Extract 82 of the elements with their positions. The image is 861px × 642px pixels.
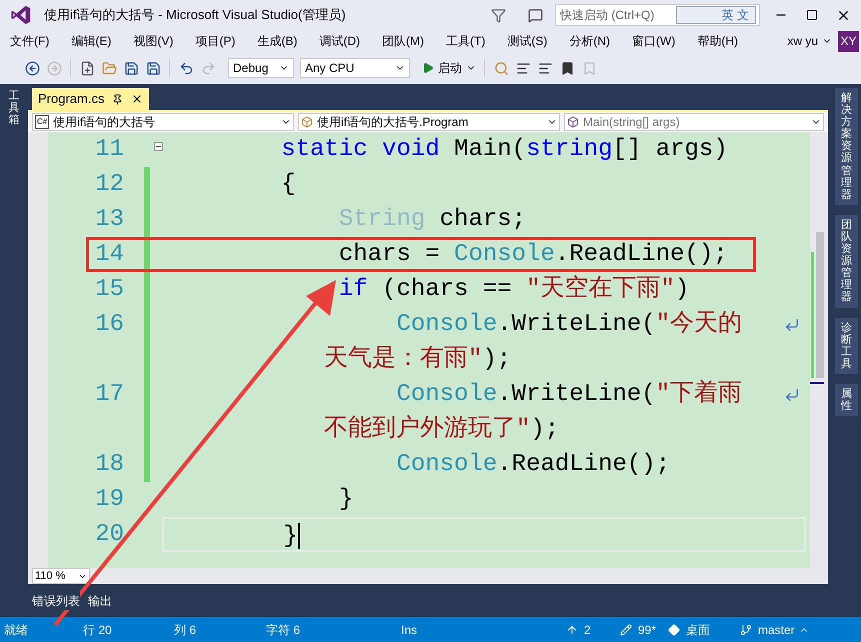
line-number: 20 [95,520,124,550]
menu-item[interactable]: 工具(T) [446,32,486,50]
tool-tab[interactable]: 错误列表 [32,592,80,610]
collapse-icon[interactable] [154,142,162,151]
menu-item[interactable]: 帮助(H) [697,32,738,50]
side-panel-tab[interactable]: 属性 [835,384,858,416]
push-icon[interactable] [566,624,578,636]
repository-name[interactable]: 桌面 [686,620,740,638]
caret-marker [810,382,824,384]
menu-item[interactable]: 生成(B) [257,32,298,50]
menu-item[interactable]: 编辑(E) [71,32,112,50]
zoom-dropdown[interactable]: 110 % [32,568,90,584]
play-icon [422,62,434,74]
code-editor[interactable] [48,132,810,568]
repository-icon[interactable] [668,624,680,636]
menu-item[interactable]: 项目(P) [195,32,236,50]
filter-icon[interactable] [491,8,506,22]
text-cursor [298,522,300,549]
method-icon [567,116,579,128]
class-dropdown[interactable]: 使用if语句的大括号.Program [298,113,560,131]
menu-item[interactable]: 分析(N) [569,32,610,50]
start-button[interactable]: 启动 [420,58,478,78]
line-number: 13 [95,205,124,235]
member-dropdown[interactable]: Main(string[] args) [564,113,824,131]
column-indicator: 列 6 [174,622,198,638]
close-icon[interactable] [131,93,144,105]
code-line: 不能到户外游玩了"); [323,414,560,445]
code-line: { [280,170,297,200]
side-panel-tab[interactable]: 团队资源管理器 [835,214,858,308]
line-number: 14 [95,240,124,270]
menu-item[interactable]: 调试(D) [319,32,360,50]
word-wrap-icon [784,387,800,403]
insert-mode: Ins [401,622,418,638]
menu-item[interactable]: 测试(S) [507,32,548,50]
logo-icon [10,4,32,26]
line-number: 15 [95,275,124,305]
document-tab[interactable]: Program.cs [32,88,150,110]
tool-tab[interactable]: 输出 [88,592,112,610]
language-badge: C# [35,115,50,129]
pencil-icon[interactable] [620,624,632,636]
char-indicator: 字符 6 [266,622,302,638]
line-number: 16 [95,310,124,340]
status-text: 就绪 [4,622,29,638]
pin-icon[interactable] [112,94,124,104]
code-line: String chars; [338,205,528,235]
push-count[interactable]: 2 [584,620,620,638]
code-line: Console.WriteLine("今天的 [166,307,806,342]
class-icon [301,116,313,128]
ime-indicator: 英 文 [676,6,756,24]
line-number: 19 [95,485,124,515]
scrollbar-thumb[interactable] [816,232,824,378]
code-line: Console.ReadLine(); [395,450,672,480]
side-panel-tab[interactable]: 解决方案资源管理器 [835,88,858,205]
maximize-icon[interactable] [806,9,818,21]
word-wrap-icon [784,317,800,333]
changes-count[interactable]: 99* [638,620,668,638]
menu-item[interactable]: 视图(V) [133,32,174,50]
user-name[interactable]: xw yu [787,32,818,50]
line-number: 11 [95,135,124,165]
platform-dropdown[interactable]: Any CPU [300,58,410,78]
avatar[interactable]: XY [838,30,859,52]
menu-item[interactable]: 团队(M) [382,32,424,50]
feedback-icon[interactable] [528,8,543,22]
line-number: 18 [95,450,124,480]
line-number: 17 [95,380,124,410]
code-line: static void Main(string[] args) [280,135,729,165]
code-line: } [338,485,354,515]
configuration-dropdown[interactable]: Debug [228,58,294,78]
code-line: 天气是：有雨"); [323,344,512,375]
menu-item[interactable]: 窗口(W) [632,32,676,50]
toolbox-tab[interactable]: 工具箱 [8,90,20,612]
branch-name[interactable]: master [758,620,795,638]
project-dropdown[interactable]: C# 使用if语句的大括号 [32,113,294,131]
window-title: 使用if语句的大括号 - Microsoft Visual Studio(管理员) [44,6,346,24]
line-number: 12 [95,170,124,200]
code-line: if (chars == "天空在下雨") [338,274,690,305]
code-line: Console.WriteLine("下着雨 [166,377,806,412]
menu-item[interactable]: 文件(F) [10,32,50,50]
branch-icon[interactable] [740,624,752,636]
side-panel-tab[interactable]: 诊断工具 [835,318,858,374]
vertical-scrollbar[interactable] [810,132,828,568]
line-indicator: 行 20 [83,622,113,638]
